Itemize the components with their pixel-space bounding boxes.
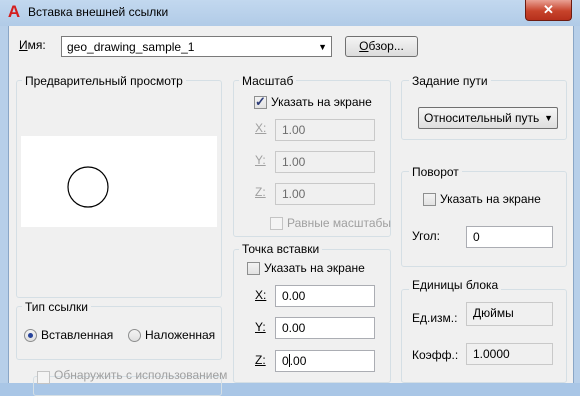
angle-input[interactable]: 0 — [466, 226, 553, 248]
locate-label: Обнаружить с использованием — [54, 368, 228, 382]
insertion-z-input[interactable]: 0.00 — [275, 350, 375, 372]
rotation-specify-label[interactable]: Указать на экране — [440, 192, 541, 206]
factor-value: 1.0000 — [466, 343, 553, 365]
name-label: Имя: — [19, 38, 46, 52]
name-dropdown[interactable]: geo_drawing_sample_1 ▼ — [61, 36, 332, 57]
preview-canvas — [21, 136, 217, 227]
insertion-y-label: Y: — [255, 320, 266, 334]
uniform-scale-label: Равные масштабы — [287, 216, 391, 230]
autocad-logo-icon: A — [7, 2, 21, 21]
unit-label: Ед.изм.: — [412, 311, 458, 325]
insertion-specify-checkbox[interactable] — [247, 262, 260, 275]
attach-label[interactable]: Вставленная — [41, 328, 113, 342]
unit-value: Дюймы — [466, 302, 553, 326]
factor-label: Коэфф.: — [412, 348, 459, 362]
scale-specify-label[interactable]: Указать на экране — [271, 95, 372, 109]
locate-checkbox[interactable] — [37, 371, 50, 384]
preview-title: Предварительный просмотр — [22, 74, 186, 88]
scale-z-input[interactable]: 1.00 — [275, 183, 375, 205]
preview-circle — [67, 166, 109, 208]
rotation-title: Поворот — [409, 165, 462, 179]
path-title: Задание пути — [409, 74, 491, 88]
angle-label: Угол: — [412, 229, 440, 243]
insertion-title: Точка вставки — [239, 242, 323, 256]
preview-drawing — [67, 166, 109, 208]
insertion-specify-label[interactable]: Указать на экране — [264, 261, 365, 275]
rotation-specify-checkbox[interactable] — [423, 193, 436, 206]
attach-radio[interactable] — [24, 329, 37, 342]
dialog-body: Имя: geo_drawing_sample_1 ▼ Обзор... Пре… — [8, 26, 574, 396]
reference-type-title: Тип ссылки — [22, 300, 91, 314]
scale-z-label: Z: — [255, 185, 266, 199]
insertion-x-label: X: — [255, 288, 267, 302]
chevron-down-icon: ▼ — [318, 42, 327, 52]
uniform-scale-checkbox[interactable] — [270, 217, 283, 230]
insertion-z-value-start: 0 — [282, 354, 289, 368]
window-title: Вставка внешней ссылки — [28, 5, 169, 19]
path-type-value: Относительный путь — [424, 111, 540, 125]
scale-x-input[interactable]: 1.00 — [275, 119, 375, 141]
overlay-label[interactable]: Наложенная — [145, 328, 215, 342]
insertion-x-input[interactable]: 0.00 — [275, 285, 375, 307]
scale-x-label: X: — [255, 121, 267, 135]
insertion-z-value-end: .00 — [289, 354, 307, 368]
browse-button[interactable]: Обзор... — [345, 36, 418, 57]
insertion-y-input[interactable]: 0.00 — [275, 317, 375, 339]
name-value: geo_drawing_sample_1 — [67, 40, 195, 54]
scale-specify-checkbox[interactable] — [254, 94, 267, 110]
scale-title: Масштаб — [239, 74, 297, 88]
overlay-radio[interactable] — [128, 329, 141, 342]
scale-y-label: Y: — [255, 153, 266, 167]
window-frame-left — [0, 26, 8, 383]
chevron-down-icon: ▼ — [544, 113, 553, 123]
block-units-title: Единицы блока — [409, 278, 502, 292]
rotation-group — [401, 171, 567, 267]
scale-y-input[interactable]: 1.00 — [275, 151, 375, 173]
path-type-dropdown[interactable]: Относительный путь ▼ — [418, 107, 558, 129]
title-bar[interactable]: A Вставка внешней ссылки ✕ — [0, 0, 580, 26]
insertion-z-label: Z: — [255, 353, 266, 367]
close-button[interactable]: ✕ — [525, 0, 572, 21]
